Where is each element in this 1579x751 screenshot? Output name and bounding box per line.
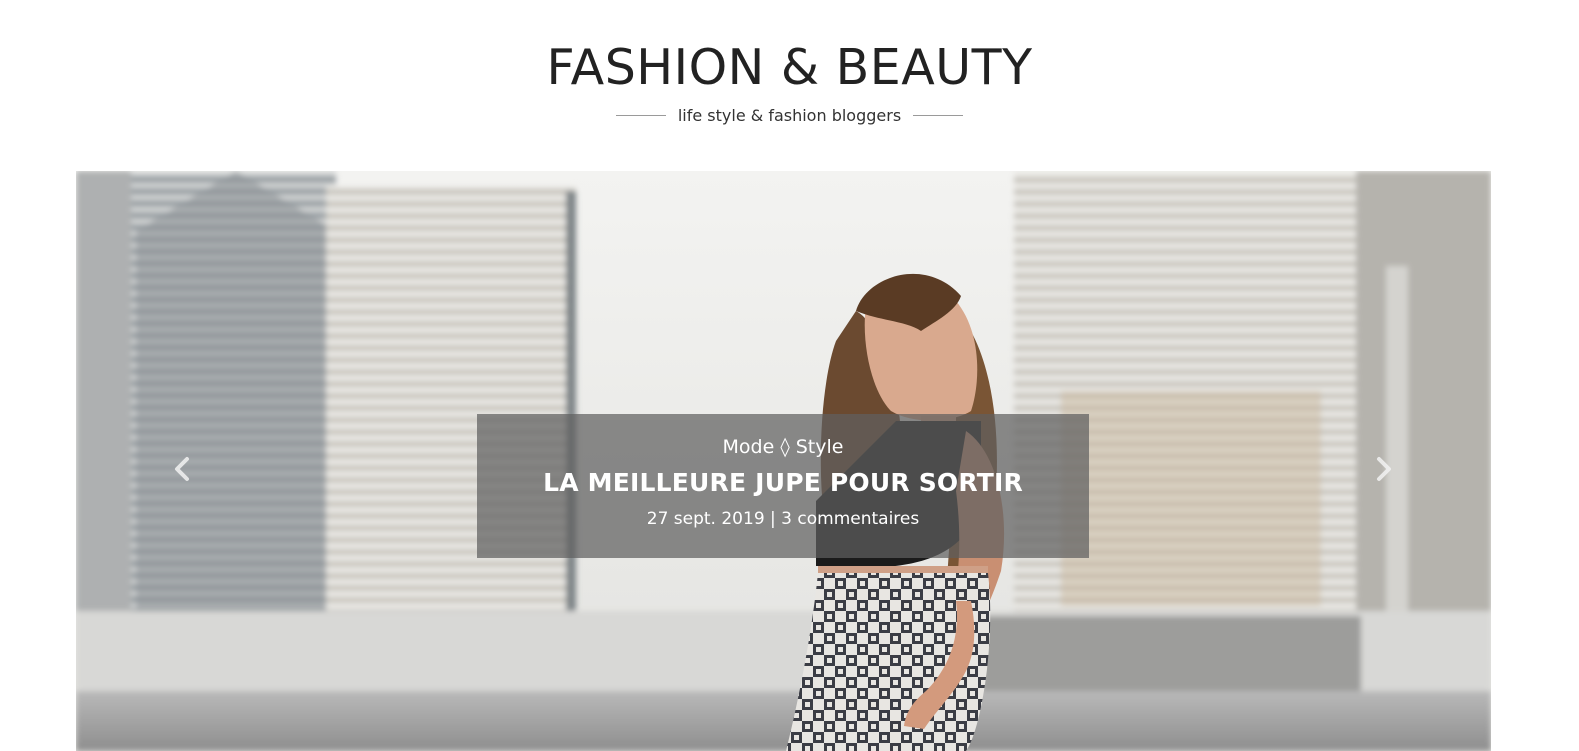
site-tagline: life style & fashion bloggers [677, 105, 902, 125]
slide-title[interactable]: LA MEILLEURE JUPE POUR SORTIR [477, 466, 1089, 500]
site-header: FASHION & BEAUTY life style & fashion bl… [0, 0, 1579, 171]
slide-meta: 27 sept. 2019 | 3 commentaires [646, 509, 920, 529]
slide-caption: Mode ◊ Style LA MEILLEURE JUPE POUR SORT… [477, 414, 1089, 558]
slider-next-button[interactable] [1372, 453, 1396, 485]
tagline-divider-right [913, 114, 964, 116]
slide-category[interactable]: Mode ◊ Style [477, 434, 1089, 460]
slider-prev-button[interactable] [170, 453, 194, 485]
featured-slider: Mode ◊ Style LA MEILLEURE JUPE POUR SORT… [76, 171, 1491, 751]
tagline-divider-left [615, 114, 666, 116]
chevron-right-icon [1377, 457, 1391, 481]
site-title[interactable]: FASHION & BEAUTY [0, 38, 1579, 98]
tagline-row: life style & fashion bloggers [0, 102, 1579, 128]
chevron-left-icon [175, 457, 189, 481]
